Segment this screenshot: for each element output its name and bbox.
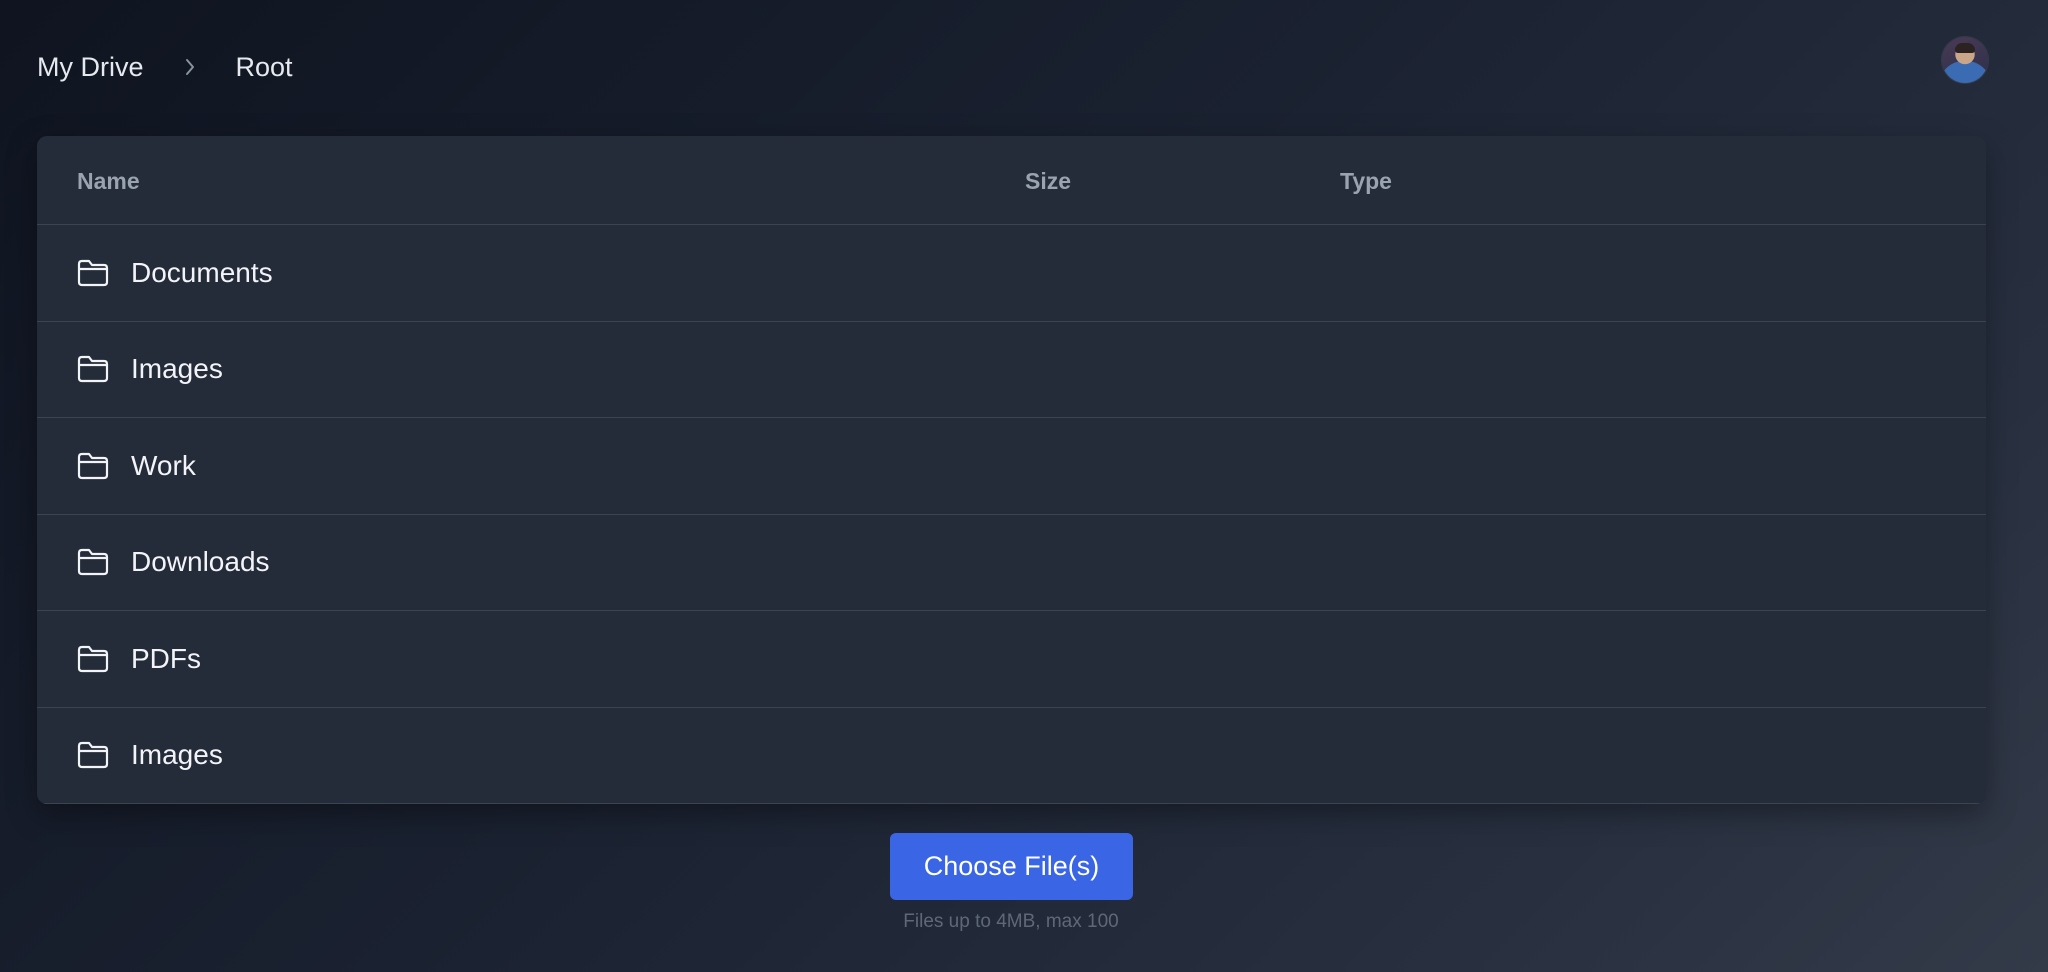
row-name: Work [131, 449, 196, 481]
folder-icon [77, 355, 109, 383]
choose-files-button[interactable]: Choose File(s) [890, 833, 1133, 900]
row-name: Images [131, 739, 223, 771]
folder-icon [77, 645, 109, 673]
row-name: Images [131, 353, 223, 385]
table-row[interactable]: Images [37, 322, 1986, 418]
folder-icon [77, 452, 109, 480]
header-size[interactable]: Size [1025, 168, 1071, 195]
chevron-right-icon [168, 47, 212, 87]
upload-hint: Files up to 4MB, max 100 [903, 911, 1119, 932]
table-row[interactable]: Images [37, 708, 1986, 804]
table-row[interactable]: PDFs [37, 611, 1986, 708]
file-table: Name Size Type Documents Images Work Dow… [37, 136, 1986, 804]
header-type[interactable]: Type [1340, 168, 1392, 195]
folder-icon [77, 259, 109, 287]
row-name: Downloads [131, 546, 270, 578]
breadcrumb-my-drive[interactable]: My Drive [37, 52, 144, 83]
table-row[interactable]: Downloads [37, 515, 1986, 611]
table-header: Name Size Type [37, 136, 1986, 225]
table-row[interactable]: Documents [37, 225, 1986, 322]
header-name[interactable]: Name [77, 168, 140, 195]
row-name: Documents [131, 256, 273, 288]
breadcrumb-root[interactable]: Root [236, 52, 293, 83]
folder-icon [77, 741, 109, 769]
folder-icon [77, 548, 109, 576]
row-name: PDFs [131, 642, 201, 674]
breadcrumb: My Drive Root [37, 47, 293, 87]
table-row[interactable]: Work [37, 418, 1986, 515]
avatar[interactable] [1942, 37, 1988, 83]
